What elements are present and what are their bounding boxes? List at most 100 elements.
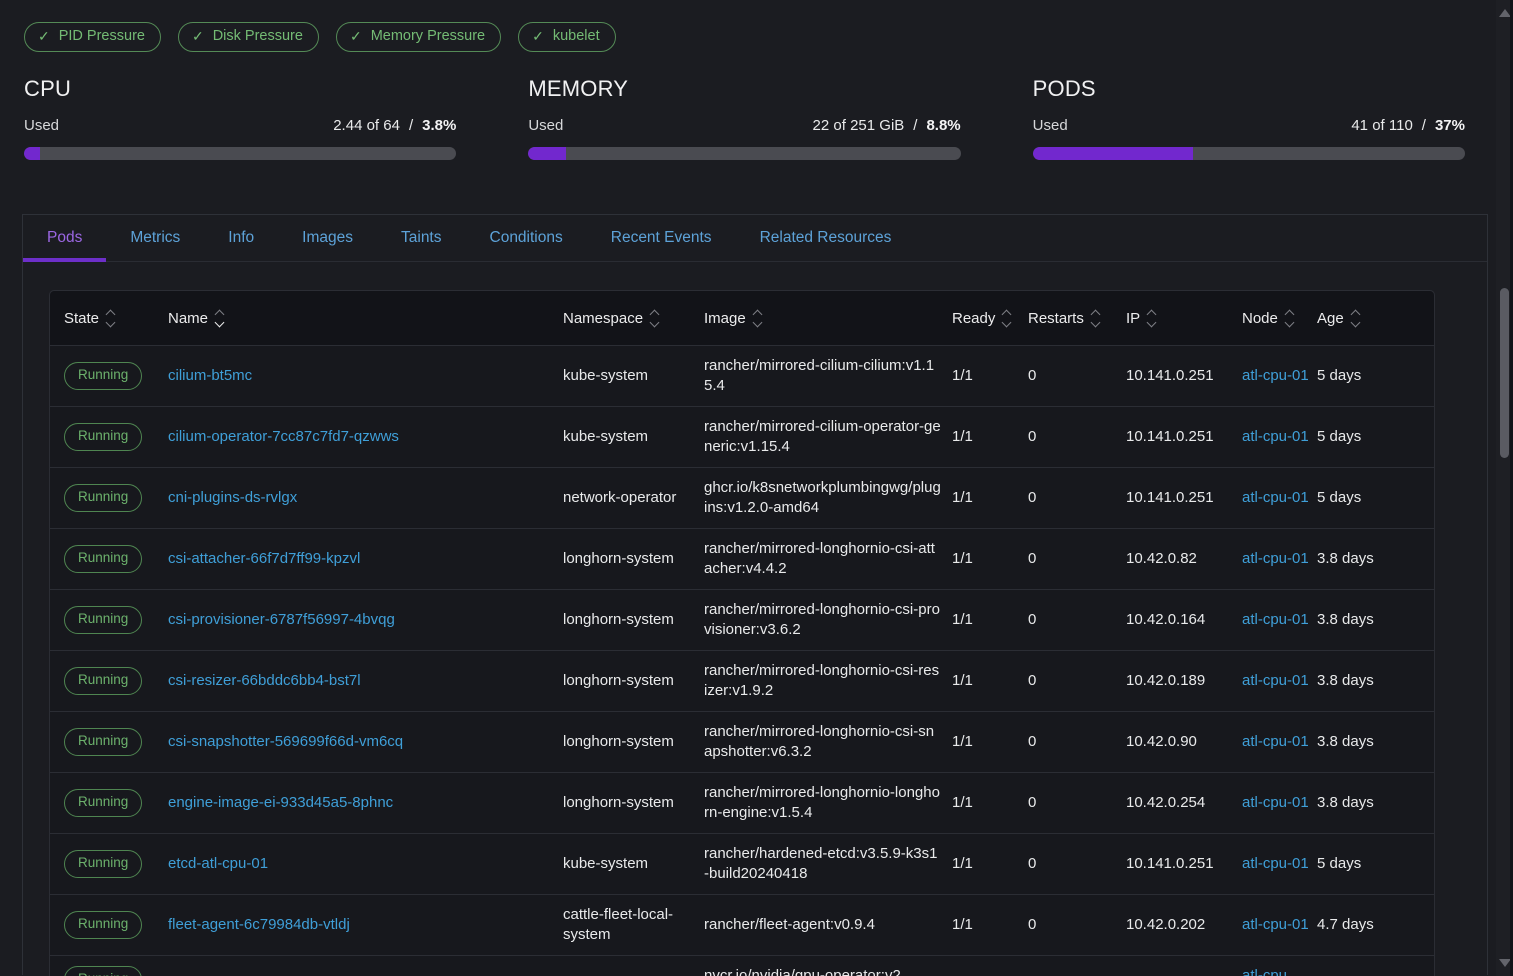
check-icon: ✓ (38, 27, 50, 46)
tab-pods[interactable]: Pods (23, 215, 106, 261)
pod-name-link[interactable]: csi-provisioner-6787f56997-4bvqg (168, 611, 395, 628)
cpu-progress-bar (24, 147, 456, 160)
node-link[interactable]: atl-cpu-01 (1242, 550, 1309, 567)
condition-label: Memory Pressure (371, 27, 485, 46)
pod-name-link[interactable]: cilium-operator-7cc87c7fd7-qzwws (168, 428, 399, 445)
namespace-cell: longhorn-system (563, 663, 704, 699)
table-row: Running fleet-agent-6c79984db-vtldj catt… (50, 894, 1434, 955)
condition-badge-disk-pressure: ✓ Disk Pressure (178, 22, 319, 52)
pod-name-link[interactable]: engine-image-ei-933d45a5-8phnc (168, 794, 393, 811)
column-label: Image (704, 310, 746, 327)
column-header-name[interactable]: Name (168, 310, 563, 327)
check-icon: ✓ (350, 27, 362, 46)
tab-metrics[interactable]: Metrics (106, 215, 204, 261)
node-link[interactable]: atl-cpu-01 (1242, 916, 1309, 933)
sort-icon (1148, 311, 1155, 326)
detail-panel: Pods Metrics Info Images Taints Conditio… (22, 214, 1488, 975)
ip-cell: 10.141.0.251 (1126, 419, 1242, 455)
image-cell: rancher/hardened-etcd:v3.5.9-k3s1-build2… (704, 836, 952, 893)
tab-related-resources[interactable]: Related Resources (736, 215, 916, 261)
tab-images[interactable]: Images (278, 215, 377, 261)
ip-cell (1126, 956, 1242, 974)
status-badge: Running (64, 606, 142, 633)
node-link[interactable]: atl-cpu-01 (1242, 611, 1309, 628)
memory-gauge-title: MEMORY (528, 76, 960, 102)
tab-taints[interactable]: Taints (377, 215, 466, 261)
scrollbar-thumb[interactable] (1500, 288, 1509, 458)
node-link[interactable]: atl-cpu-01 (1242, 733, 1309, 750)
table-row: Running cilium-bt5mc kube-system rancher… (50, 345, 1434, 406)
table-body: Running cilium-bt5mc kube-system rancher… (50, 345, 1434, 976)
age-cell: 4.7 days (1317, 907, 1434, 943)
restarts-cell: 0 (1028, 602, 1126, 638)
age-cell: 3.8 days (1317, 663, 1434, 699)
column-header-age[interactable]: Age (1317, 310, 1434, 327)
cpu-percent: 3.8% (422, 117, 456, 134)
pod-name-link[interactable]: etcd-atl-cpu-01 (168, 855, 268, 872)
column-label: Name (168, 310, 208, 327)
pod-name-link[interactable]: cilium-bt5mc (168, 367, 252, 384)
column-label: Namespace (563, 310, 643, 327)
image-cell: rancher/mirrored-longhornio-csi-provisio… (704, 592, 952, 649)
cpu-fraction: 2.44 of 64 (333, 117, 400, 134)
column-label: Age (1317, 310, 1344, 327)
scrollbar[interactable] (1496, 0, 1513, 976)
check-icon: ✓ (532, 27, 544, 46)
slash-separator: / (409, 117, 413, 134)
restarts-cell: 0 (1028, 663, 1126, 699)
status-badge: Running (64, 667, 142, 694)
tab-recent-events[interactable]: Recent Events (587, 215, 736, 261)
image-cell: rancher/mirrored-longhornio-csi-snapshot… (704, 714, 952, 771)
column-header-node[interactable]: Node (1242, 310, 1317, 327)
image-cell: rancher/fleet-agent:v0.9.4 (704, 907, 952, 943)
condition-label: kubelet (553, 27, 600, 46)
ready-cell: 1/1 (952, 907, 1028, 943)
node-link[interactable]: atl-cpu (1242, 967, 1287, 976)
ip-cell: 10.42.0.189 (1126, 663, 1242, 699)
slash-separator: / (1422, 117, 1426, 134)
column-header-image[interactable]: Image (704, 310, 952, 327)
slash-separator: / (913, 117, 917, 134)
sort-icon (107, 311, 114, 326)
column-header-state[interactable]: State (50, 310, 168, 327)
memory-gauge: MEMORY Used 22 of 251 GiB / 8.8% (528, 76, 960, 160)
status-badge: Running (64, 484, 142, 511)
node-link[interactable]: atl-cpu-01 (1242, 428, 1309, 445)
ready-cell: 1/1 (952, 541, 1028, 577)
scroll-up-arrow-icon[interactable] (1499, 9, 1511, 17)
tab-info[interactable]: Info (204, 215, 278, 261)
tab-conditions[interactable]: Conditions (466, 215, 587, 261)
pod-name-link[interactable]: fleet-agent-6c79984db-vtldj (168, 916, 350, 933)
scroll-down-arrow-icon[interactable] (1499, 959, 1511, 967)
column-header-ready[interactable]: Ready (952, 310, 1028, 327)
condition-badge-pid-pressure: ✓ PID Pressure (24, 22, 161, 52)
ip-cell: 10.141.0.251 (1126, 846, 1242, 882)
status-badge: Running (64, 911, 142, 938)
age-cell: 3.8 days (1317, 541, 1434, 577)
namespace-cell: kube-system (563, 846, 704, 882)
node-link[interactable]: atl-cpu-01 (1242, 794, 1309, 811)
age-cell: 3.8 days (1317, 785, 1434, 821)
namespace-cell: kube-system (563, 419, 704, 455)
status-badge: Running (64, 545, 142, 572)
node-detail-page: ✓ PID Pressure ✓ Disk Pressure ✓ Memory … (0, 0, 1496, 976)
column-header-ip[interactable]: IP (1126, 310, 1242, 327)
image-cell: rancher/mirrored-longhornio-csi-attacher… (704, 531, 952, 588)
column-label: Restarts (1028, 310, 1084, 327)
pod-name-link[interactable]: csi-snapshotter-569699f66d-vm6cq (168, 733, 403, 750)
age-cell: 3.8 days (1317, 724, 1434, 760)
ip-cell: 10.42.0.202 (1126, 907, 1242, 943)
table-row: Running csi-resizer-66bddc6bb4-bst7l lon… (50, 650, 1434, 711)
column-header-namespace[interactable]: Namespace (563, 310, 704, 327)
condition-badge-memory-pressure: ✓ Memory Pressure (336, 22, 501, 52)
pod-name-link[interactable]: cni-plugins-ds-rvlgx (168, 489, 297, 506)
table-row: Running csi-provisioner-6787f56997-4bvqg… (50, 589, 1434, 650)
column-header-restarts[interactable]: Restarts (1028, 310, 1126, 327)
node-link[interactable]: atl-cpu-01 (1242, 367, 1309, 384)
node-link[interactable]: atl-cpu-01 (1242, 672, 1309, 689)
pod-name-link[interactable]: csi-attacher-66f7d7ff99-kpzvl (168, 550, 360, 567)
pod-name-link[interactable]: csi-resizer-66bddc6bb4-bst7l (168, 672, 361, 689)
node-link[interactable]: atl-cpu-01 (1242, 855, 1309, 872)
ready-cell: 1/1 (952, 602, 1028, 638)
node-link[interactable]: atl-cpu-01 (1242, 489, 1309, 506)
